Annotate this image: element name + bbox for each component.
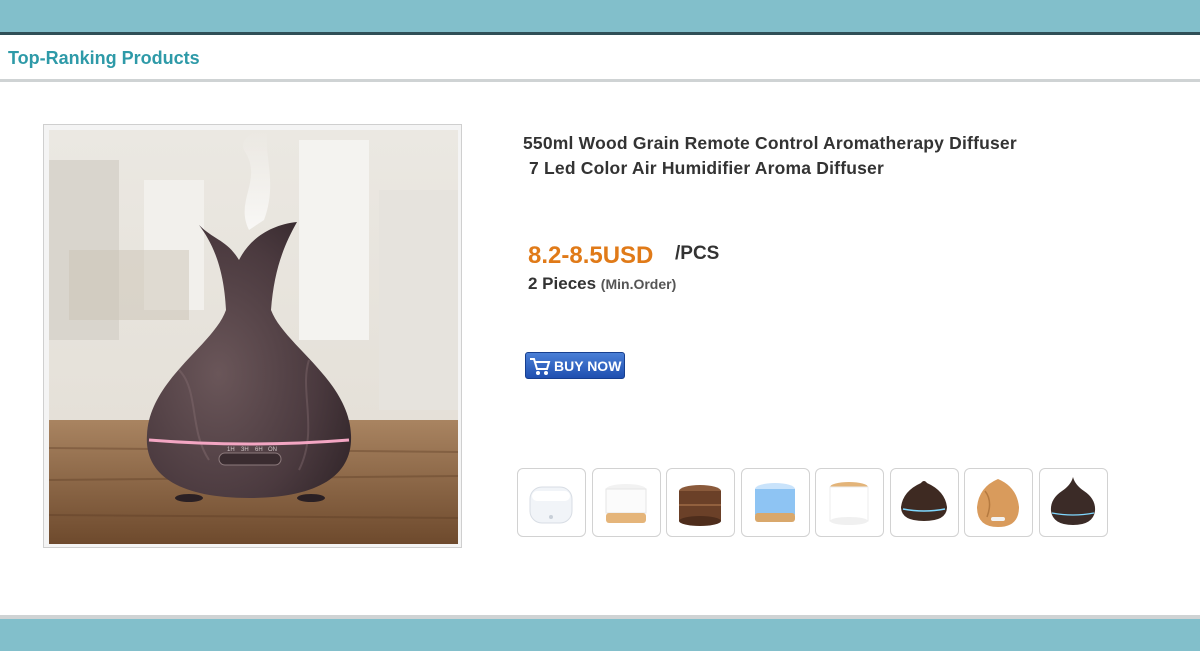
timer-label-3h: 3H [241, 447, 249, 453]
section-divider [0, 79, 1200, 82]
product-title-line-2: 7 Led Color Air Humidifier Aroma Diffuse… [529, 158, 885, 178]
thumbnail-dark-wood-dome-diffuser[interactable] [890, 468, 959, 537]
thumbnail-white-diffuser-wood-base[interactable] [815, 468, 884, 537]
white-diffuser-icon [529, 486, 573, 524]
top-band [0, 0, 1200, 33]
thumbnail-white-diffuser-light-wood-base[interactable] [592, 468, 661, 537]
dark-onion-diffuser-icon [1050, 477, 1096, 525]
buy-now-label: BUY NOW [554, 357, 622, 374]
shopping-cart-icon [530, 357, 551, 375]
aroma-diffuser-photo: 1H 3H 6H ON [49, 130, 458, 544]
thumbnail-dark-wood-diffuser[interactable] [666, 468, 735, 537]
dark-wood-diffuser-icon [679, 485, 721, 526]
white-wood-base-diffuser-icon [829, 482, 869, 525]
top-band-divider [0, 32, 1200, 35]
thumbnail-blue-lit-diffuser[interactable] [741, 468, 810, 537]
thumbnail-light-wood-drop-diffuser[interactable] [964, 468, 1033, 537]
product-title-line-1: 550ml Wood Grain Remote Control Aromathe… [523, 133, 1017, 153]
white-wood-diffuser-icon [605, 484, 647, 523]
product-title[interactable]: 550ml Wood Grain Remote Control Aromathe… [523, 131, 1143, 181]
thumbnail-dark-wood-onion-diffuser[interactable] [1039, 468, 1108, 537]
blue-diffuser-icon [755, 483, 795, 522]
minimum-order: 2 Pieces (Min.Order) [528, 274, 676, 294]
light-wood-diffuser-icon [977, 479, 1019, 527]
bottom-band [0, 619, 1200, 651]
price-range: 8.2-8.5USD [528, 242, 654, 269]
timer-label-on: ON [268, 447, 277, 453]
timer-label-1h: 1H [227, 447, 235, 453]
main-product-image[interactable]: 1H 3H 6H ON [49, 130, 458, 544]
section-title: Top-Ranking Products [8, 48, 200, 68]
moq-note: (Min.Order) [600, 276, 677, 292]
moq-quantity: 2 Pieces [528, 274, 597, 293]
timer-label-6h: 6H [255, 447, 263, 453]
main-product-image-frame: 1H 3H 6H ON [43, 124, 462, 548]
price-unit: /PCS [675, 243, 720, 264]
dark-dome-diffuser-icon [901, 481, 947, 521]
buy-now-button[interactable]: BUY NOW [525, 352, 625, 379]
thumbnail-white-diffuser[interactable] [517, 468, 586, 537]
